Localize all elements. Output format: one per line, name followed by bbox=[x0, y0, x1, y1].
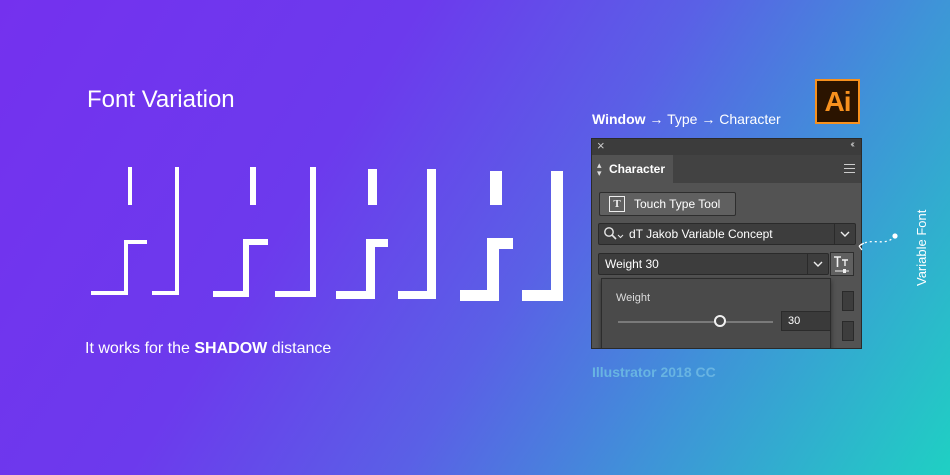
app-version-caption: Illustrator 2018 CC bbox=[592, 364, 716, 380]
variable-font-label: Variable Font bbox=[914, 209, 929, 286]
promo-canvas: Font Variation It works for the SHADOW d… bbox=[0, 0, 950, 475]
variable-font-callout bbox=[858, 233, 898, 251]
